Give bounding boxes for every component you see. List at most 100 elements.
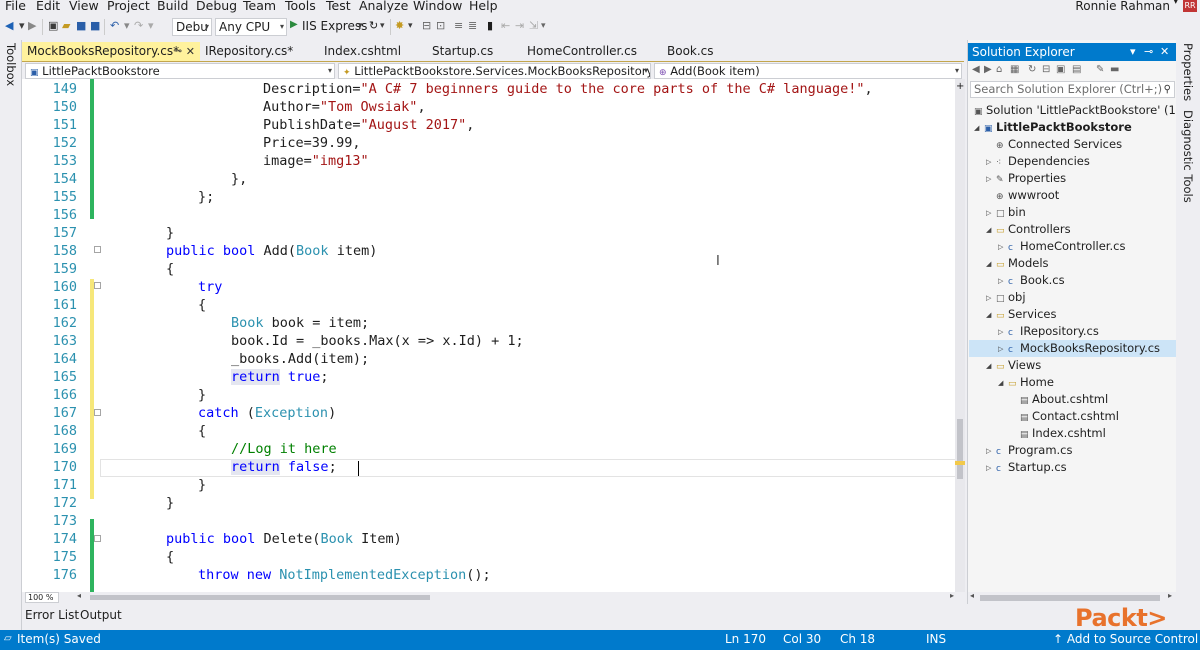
horizontal-scrollbar-thumb[interactable] (90, 595, 430, 600)
scroll-right-icon[interactable]: ▸ (950, 591, 954, 600)
tree-obj[interactable]: ▷ □ obj (986, 289, 1026, 306)
forward-icon[interactable]: ▶ (984, 64, 992, 75)
menu-debug[interactable]: Debug (196, 0, 237, 13)
save-all-icon[interactable]: ■ (90, 19, 100, 33)
tab-book[interactable]: Book.cs (662, 42, 742, 61)
new-project-icon[interactable]: ▣ (48, 19, 58, 33)
next-bookmark-icon[interactable]: ⇥ (515, 19, 524, 33)
toolbox-label[interactable]: Toolbox (4, 43, 18, 86)
refresh-icon[interactable]: ↻ (369, 19, 378, 33)
add-to-source-control-button[interactable]: ↑ Add to Source Control ▴ (1053, 632, 1200, 650)
collapsed-icon[interactable]: ▷ (986, 290, 996, 307)
prev-bookmark-icon[interactable]: ⇤ (501, 19, 510, 33)
fold-toggle[interactable] (94, 535, 101, 542)
tree-mockbooksrepository[interactable]: ▷ c MockBooksRepository.cs (969, 340, 1176, 357)
collapsed-icon[interactable]: ▷ (986, 171, 996, 188)
menu-team[interactable]: Team (243, 0, 276, 13)
forward-icon[interactable]: ▶ (28, 19, 36, 33)
menu-help[interactable]: Help (469, 0, 498, 13)
tree-startup[interactable]: ▷ c Startup.cs (986, 459, 1067, 476)
open-folder-icon[interactable]: ▰ (62, 19, 70, 33)
tree-book[interactable]: ▷ c Book.cs (998, 272, 1065, 289)
browser-link-icon[interactable]: ✸ (395, 19, 404, 33)
properties-tab[interactable]: Properties (1181, 43, 1195, 101)
tab-index[interactable]: Index.cshtml (319, 42, 419, 61)
uncomment-icon[interactable]: ≣ (468, 19, 477, 33)
collapsed-icon[interactable]: ▷ (986, 205, 996, 222)
account-badge[interactable]: RR (1183, 0, 1197, 12)
chevron-down-icon[interactable]: ▾ (1130, 43, 1136, 61)
tree-models[interactable]: ◢ ▭ Models (986, 255, 1049, 272)
pin-icon[interactable]: ⊸ (174, 42, 182, 61)
configuration-select[interactable]: Debu ▾ (172, 18, 212, 36)
search-icon[interactable]: ⚲ (1164, 82, 1171, 97)
tree-irepository[interactable]: ▷ c IRepository.cs (998, 323, 1099, 340)
sync-icon[interactable]: ↻ (1028, 64, 1036, 75)
solution-explorer-search[interactable]: Search Solution Explorer (Ctrl+;) ⚲ (970, 81, 1175, 98)
find-icon[interactable]: ⊟ (422, 19, 431, 33)
chevron-down-icon[interactable]: ▾ (124, 19, 130, 33)
minimize-icon[interactable]: ▬ (1110, 64, 1119, 75)
scroll-left-icon[interactable]: ◂ (970, 591, 974, 600)
collapsed-icon[interactable]: ▷ (986, 154, 996, 171)
save-icon[interactable]: ■ (76, 19, 86, 33)
tree-index[interactable]: ▤ Index.cshtml (1020, 425, 1106, 442)
tab-mockbooksrepository[interactable]: MockBooksRepository.cs* ⊸ ✕ (22, 42, 200, 61)
home-icon[interactable]: ⌂ (996, 64, 1002, 75)
scrollbar-thumb[interactable] (980, 595, 1160, 601)
tree-properties[interactable]: ▷ ✎ Properties (986, 170, 1066, 187)
toolbox-strip[interactable]: Toolbox (0, 40, 22, 632)
scroll-right-icon[interactable]: ▸ (1168, 591, 1172, 600)
chevron-down-icon[interactable]: ▾ (541, 19, 546, 33)
chevron-down-icon[interactable]: ▾ (19, 19, 25, 33)
collapsed-icon[interactable]: ▷ (986, 460, 996, 477)
chevron-down-icon[interactable]: ▾ (148, 19, 154, 33)
wrench-icon[interactable]: ✎ (1096, 64, 1104, 75)
back-icon[interactable]: ◀ (5, 19, 13, 33)
undo-icon[interactable]: ↶ (110, 19, 119, 33)
menu-tools[interactable]: Tools (285, 0, 316, 13)
close-icon[interactable]: ✕ (186, 42, 195, 61)
properties-icon[interactable]: ▤ (1072, 64, 1081, 75)
tree-bin[interactable]: ▷ □ bin (986, 204, 1026, 221)
switch-views-icon[interactable]: ▦ (1010, 64, 1019, 75)
tree-contact[interactable]: ▤ Contact.cshtml (1020, 408, 1119, 425)
class-dropdown[interactable]: ✦ LittlePacktBookstore.Services.MockBook… (338, 63, 651, 79)
menu-project[interactable]: Project (107, 0, 150, 13)
bookmark-icon[interactable]: ▮ (487, 19, 493, 33)
add-split-icon[interactable]: + (956, 81, 964, 92)
expanded-icon[interactable]: ◢ (986, 256, 996, 273)
menu-edit[interactable]: Edit (36, 0, 60, 13)
scrollbar-thumb[interactable] (957, 419, 963, 479)
tree-solution[interactable]: ▣ Solution 'LittlePacktBookstore' (1 pr (974, 102, 1192, 119)
clear-bookmark-icon[interactable]: ⇲ (529, 19, 538, 33)
collapsed-icon[interactable]: ▷ (986, 443, 996, 460)
tree-wwwroot[interactable]: ⊕ wwwroot (986, 187, 1059, 204)
fold-toggle[interactable] (94, 282, 101, 289)
user-name[interactable]: Ronnie Rahman (1075, 0, 1170, 13)
solution-explorer-horizontal-scrollbar[interactable]: ◂ ▸ (968, 591, 1177, 604)
tab-homecontroller[interactable]: HomeController.cs (522, 42, 652, 61)
collapsed-icon[interactable]: ▷ (998, 239, 1008, 256)
chevron-down-icon[interactable]: ▾ (1173, 0, 1178, 7)
tree-program[interactable]: ▷ c Program.cs (986, 442, 1073, 459)
back-icon[interactable]: ◀ (972, 64, 980, 75)
tree-dependencies[interactable]: ▷ ⁖ Dependencies (986, 153, 1090, 170)
solution-explorer-title-bar[interactable]: Solution Explorer ▾ ⊸ ✕ (968, 43, 1177, 61)
tree-services[interactable]: ◢ ▭ Services (986, 306, 1057, 323)
menu-window[interactable]: Window (413, 0, 462, 13)
tree-views[interactable]: ◢ ▭ Views (986, 357, 1041, 374)
play-icon[interactable]: ▶ (290, 18, 298, 32)
collapsed-icon[interactable]: ▷ (998, 324, 1008, 341)
tree-connected-services[interactable]: ⊕ Connected Services (986, 136, 1122, 153)
close-icon[interactable]: ✕ (1160, 43, 1169, 61)
menu-build[interactable]: Build (157, 0, 188, 13)
chevron-down-icon[interactable]: ▾ (408, 19, 413, 33)
comment-icon[interactable]: ≡ (454, 19, 463, 33)
tab-output[interactable]: Output (80, 608, 122, 622)
pin-icon[interactable]: ⊸ (1144, 43, 1153, 61)
chevron-down-icon[interactable]: ▾ (358, 19, 363, 33)
collapse-all-icon[interactable]: ⊟ (1042, 64, 1050, 75)
menu-test[interactable]: Test (326, 0, 351, 13)
tree-home[interactable]: ◢ ▭ Home (998, 374, 1054, 391)
